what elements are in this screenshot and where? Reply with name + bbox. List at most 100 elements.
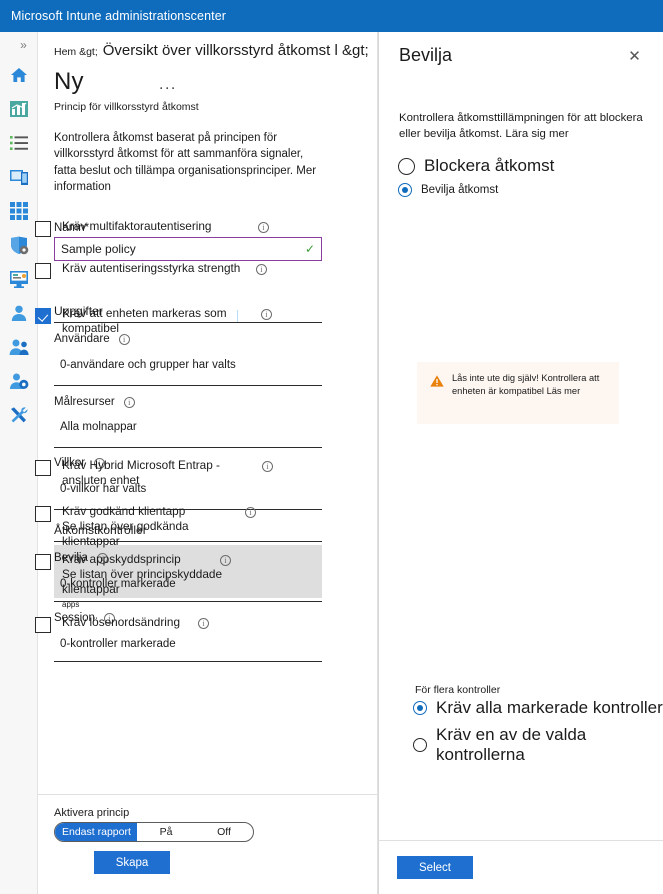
checkbox-label-hybrid-joined: Kräv Hybrid Microsoft Entrap -ansluten e… — [62, 458, 248, 488]
endpoint-security-shield-icon — [9, 236, 29, 255]
flyout-title: Bevilja — [399, 45, 452, 66]
breadcrumb: Hem &gt; Översikt över villkorsstyrd åtk… — [54, 42, 377, 59]
radio-label-block-access: Blockera åtkomst — [424, 156, 554, 176]
radio-label-require-all: Kräv alla markerade kontroller — [436, 698, 663, 718]
info-icon[interactable] — [198, 618, 209, 629]
divider — [54, 661, 322, 662]
checkbox-hybrid-joined[interactable] — [35, 460, 51, 476]
sidebar-item-devices[interactable] — [0, 160, 38, 194]
divider — [54, 385, 322, 386]
checkbox-password-change[interactable] — [35, 617, 51, 633]
create-button[interactable]: Skapa — [94, 851, 170, 874]
sidebar-item-troubleshooting[interactable] — [0, 398, 38, 432]
sidebar-item-groups[interactable] — [0, 330, 38, 364]
row-label-target-resources[interactable]: Målresurser — [54, 396, 135, 408]
sidebar-item-dashboard[interactable] — [0, 92, 38, 126]
policy-description: Kontrollera åtkomst baserat på principen… — [54, 130, 322, 196]
checkbox-auth-strength[interactable] — [35, 263, 51, 279]
checkbox-label-approved-client-app: Kräv godkänd klientapp Se listan över go… — [62, 504, 248, 549]
checkbox-approved-client-app-title: Kräv godkänd klientapp — [62, 504, 185, 518]
more-actions-button[interactable]: ... — [159, 76, 177, 94]
enable-policy-toggle[interactable]: Endast rapport På Off — [54, 822, 254, 842]
page-subtitle: Princip för villkorsstyrd åtkomst — [54, 101, 199, 113]
breadcrumb-current: Översikt över villkorsstyrd åtkomst l &g… — [103, 42, 369, 59]
app-title: Microsoft Intune administrationscenter — [0, 9, 226, 23]
reports-monitor-icon — [9, 270, 29, 288]
apps-grid-icon — [10, 202, 28, 220]
home-icon — [9, 65, 29, 85]
divider — [237, 310, 238, 322]
sidebar-expand-icon[interactable]: » — [0, 32, 38, 58]
radio-block-require-all[interactable]: Kräv alla markerade kontroller — [413, 698, 663, 718]
all-services-list-icon — [9, 135, 29, 151]
checkbox-label-auth-strength: Kräv autentiseringsstyrka strength — [62, 261, 248, 276]
flyout-footer: Select — [378, 840, 663, 894]
radio-label-grant-access: Bevilja åtkomst — [421, 184, 498, 196]
breadcrumb-home[interactable]: Hem &gt; — [54, 46, 98, 58]
toggle-option-on[interactable]: På — [137, 826, 195, 838]
policy-form-footer: Aktivera princip Endast rapport På Off S… — [38, 794, 378, 894]
checkbox-app-protection-policy-tiny: apps — [62, 597, 274, 612]
name-input-value: Sample policy — [61, 242, 305, 256]
radio-block-block-access[interactable]: Blockera åtkomst — [398, 156, 554, 176]
sidebar-item-apps[interactable] — [0, 194, 38, 228]
radio-label-require-one: Kräv en av de valda kontrollerna — [436, 725, 663, 765]
info-icon[interactable] — [124, 397, 135, 408]
select-button[interactable]: Select — [397, 856, 473, 879]
toggle-option-report-only[interactable]: Endast rapport — [55, 823, 137, 841]
warning-triangle-icon — [430, 374, 444, 392]
checkmark-icon: ✓ — [305, 243, 315, 255]
sidebar-item-reports[interactable] — [0, 262, 38, 296]
access-row-value-session: 0-kontroller markerade — [60, 638, 176, 650]
sidebar-item-endpoint-security[interactable] — [0, 228, 38, 262]
radio-grant-access[interactable] — [398, 183, 412, 197]
info-icon[interactable] — [220, 555, 231, 566]
tenant-admin-icon — [9, 372, 29, 390]
radio-block-access[interactable] — [398, 158, 415, 175]
app-top-bar: Microsoft Intune administrationscenter — [0, 0, 663, 32]
page-title: Ny — [54, 68, 84, 96]
info-icon[interactable] — [245, 507, 256, 518]
checkbox-app-protection-policy-title: Kräv appskyddsprincip — [62, 552, 181, 566]
checkbox-label-device-compliant: Kräv att enheten markeras som kompatibel — [62, 306, 248, 336]
radio-require-one[interactable] — [413, 738, 427, 752]
checkbox-label-password-change: Kräv lösenordsändring — [62, 615, 248, 630]
checkbox-approved-client-app[interactable] — [35, 506, 51, 522]
lockout-warning-text: Lås inte ute dig själv! Kontrollera att … — [452, 372, 612, 398]
row-value-target-resources: Alla molnappar — [60, 421, 137, 433]
checkbox-app-protection-policy-sub: Se listan över principskyddade klientapp… — [62, 567, 274, 597]
checkbox-mfa[interactable] — [35, 221, 51, 237]
enable-policy-label: Aktivera princip — [54, 807, 129, 819]
radio-block-require-one[interactable]: Kräv en av de valda kontrollerna — [413, 725, 663, 765]
troubleshooting-tools-icon — [9, 406, 29, 424]
dashboard-chart-icon — [9, 100, 29, 118]
info-icon[interactable] — [256, 264, 267, 275]
sidebar-item-all-services[interactable] — [0, 126, 38, 160]
checkbox-app-protection-policy[interactable] — [35, 554, 51, 570]
sidebar-icon-rail: » — [0, 32, 38, 894]
users-icon — [10, 304, 28, 322]
toggle-option-off[interactable]: Off — [195, 826, 253, 838]
checkbox-approved-client-app-sub: Se listan över godkända klientappar — [62, 519, 248, 549]
radio-block-grant-access[interactable]: Bevilja åtkomst — [398, 183, 498, 197]
info-icon[interactable] — [261, 309, 272, 320]
devices-icon — [9, 168, 29, 186]
groups-icon — [9, 338, 29, 356]
lockout-warning: Lås inte ute dig själv! Kontrollera att … — [417, 362, 619, 424]
checkbox-device-compliant[interactable] — [35, 308, 51, 324]
info-icon[interactable] — [258, 222, 269, 233]
checkbox-label-app-protection-policy: Kräv appskyddsprincip Se listan över pri… — [62, 552, 274, 612]
close-icon[interactable]: ✕ — [626, 48, 643, 65]
name-input[interactable]: Sample policy ✓ — [54, 237, 322, 261]
row-value-users: 0-användare och grupper har valts — [60, 359, 236, 371]
row-label-target-resources-text: Målresurser — [54, 396, 115, 408]
radio-require-all[interactable] — [413, 701, 427, 715]
sidebar-item-tenant-admin[interactable] — [0, 364, 38, 398]
sidebar-item-users[interactable] — [0, 296, 38, 330]
flyout-description: Kontrollera åtkomsttillämpningen för att… — [399, 111, 644, 142]
checkbox-label-mfa: Kräv multifaktorautentisering — [62, 219, 248, 234]
multi-control-label: För flera kontroller — [415, 684, 500, 696]
sidebar-item-home[interactable] — [0, 58, 38, 92]
info-icon[interactable] — [262, 461, 273, 472]
divider — [54, 447, 322, 448]
